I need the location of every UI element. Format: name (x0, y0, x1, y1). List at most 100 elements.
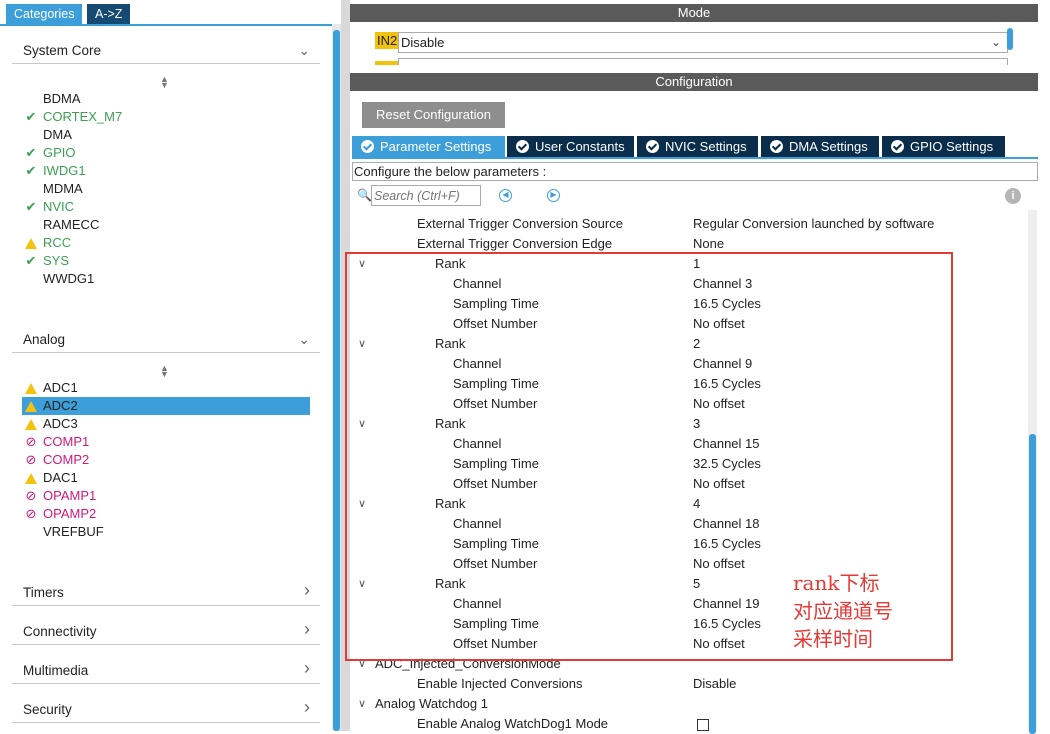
peripheral-item[interactable]: RAMECC (22, 216, 310, 234)
peripheral-item[interactable]: ✔ CORTEX_M7 (22, 108, 310, 126)
parameter-row[interactable]: Sampling Time 16.5 Cycles (352, 534, 1028, 554)
parameter-value[interactable]: No offset (693, 474, 745, 494)
parameter-group-row[interactable]: ∨ Rank 5 (352, 574, 1028, 594)
parameter-group-row[interactable]: ∨ Rank 3 (352, 414, 1028, 434)
chevron-right-icon[interactable]: › (304, 580, 310, 601)
sort-icon[interactable]: ▲ ▼ (160, 364, 169, 379)
splitter[interactable] (341, 0, 350, 731)
chevron-down-icon[interactable]: ⌄ (298, 42, 310, 59)
parameter-row[interactable]: Sampling Time 16.5 Cycles (352, 614, 1028, 634)
parameter-value[interactable]: 16.5 Cycles (693, 374, 761, 394)
parameter-value[interactable]: 16.5 Cycles (693, 614, 761, 634)
tab-gpio-settings[interactable]: GPIO Settings (882, 136, 1005, 157)
mode-select[interactable]: Disable ⌄ (398, 32, 1008, 53)
peripheral-item[interactable]: ✔ IWDG1 (22, 162, 310, 180)
parameter-group-row[interactable]: ∨ Rank 4 (352, 494, 1028, 514)
parameter-value[interactable]: No offset (693, 554, 745, 574)
tab-categories[interactable]: Categories (6, 4, 83, 24)
parameter-value[interactable]: Channel 15 (693, 434, 760, 454)
category-system-core[interactable]: System Core ⌄ (12, 40, 320, 64)
peripheral-item[interactable]: ⊘ COMP2 (22, 451, 310, 469)
chevron-down-icon[interactable]: ∨ (358, 414, 366, 434)
parameter-scrollbar[interactable] (1028, 210, 1037, 734)
parameter-checkbox[interactable] (697, 719, 709, 731)
parameter-value[interactable]: Channel 3 (693, 274, 752, 294)
category-connectivity[interactable]: Connectivity › (12, 619, 320, 645)
chevron-right-icon[interactable]: › (304, 619, 310, 640)
parameter-row[interactable]: Sampling Time 16.5 Cycles (352, 294, 1028, 314)
peripheral-item[interactable]: ✔ SYS (22, 252, 310, 270)
search-next-icon[interactable]: ▶ (547, 189, 560, 202)
parameter-value[interactable]: 16.5 Cycles (693, 534, 761, 554)
parameter-group-row[interactable]: ∨ Rank 1 (352, 254, 1028, 274)
search-input[interactable] (371, 185, 481, 206)
parameter-value[interactable]: 4 (693, 494, 700, 514)
parameter-value[interactable]: 3 (693, 414, 700, 434)
category-security[interactable]: Security › (12, 697, 320, 723)
sort-icon[interactable]: ▲ ▼ (160, 75, 169, 90)
category-multimedia[interactable]: Multimedia › (12, 658, 320, 684)
parameter-row[interactable]: Channel Channel 19 (352, 594, 1028, 614)
peripheral-item[interactable]: RCC (22, 234, 310, 252)
parameter-row[interactable]: Offset Number No offset (352, 314, 1028, 334)
peripheral-item[interactable]: DMA (22, 126, 310, 144)
parameter-value[interactable]: No offset (693, 314, 745, 334)
chevron-down-icon[interactable]: ⌄ (298, 331, 310, 348)
parameter-row[interactable]: Channel Channel 15 (352, 434, 1028, 454)
tab-user-constants[interactable]: User Constants (507, 136, 634, 157)
parameter-row[interactable]: External Trigger Conversion Source Regula… (352, 214, 1028, 234)
search-prev-icon[interactable]: ◀ (499, 189, 512, 202)
peripheral-item[interactable]: DAC1 (22, 469, 310, 487)
parameter-value[interactable]: 32.5 Cycles (693, 454, 761, 474)
parameter-value[interactable]: 2 (693, 334, 700, 354)
parameter-value[interactable]: 5 (693, 574, 700, 594)
parameter-value[interactable]: Channel 19 (693, 594, 760, 614)
parameter-row[interactable]: Enable Analog WatchDog1 Mode (352, 714, 1028, 734)
peripheral-item[interactable]: ✔ GPIO (22, 144, 310, 162)
tab-nvic-settings[interactable]: NVIC Settings (637, 136, 758, 157)
peripheral-item[interactable]: MDMA (22, 180, 310, 198)
peripheral-item[interactable]: VREFBUF (22, 523, 310, 541)
parameter-row[interactable]: Offset Number No offset (352, 474, 1028, 494)
parameter-value[interactable]: No offset (693, 634, 745, 654)
peripheral-item[interactable]: WWDG1 (22, 270, 310, 288)
parameter-group-row[interactable]: ∨ Analog Watchdog 1 (352, 694, 1028, 714)
parameter-row[interactable]: Enable Injected Conversions Disable (352, 674, 1028, 694)
parameter-value[interactable]: No offset (693, 394, 745, 414)
peripheral-item[interactable]: ✔ NVIC (22, 198, 310, 216)
chevron-down-icon[interactable]: ∨ (358, 694, 366, 714)
parameter-row[interactable]: Offset Number No offset (352, 554, 1028, 574)
info-icon[interactable]: i (1005, 188, 1021, 204)
chevron-down-icon[interactable]: ∨ (358, 654, 366, 674)
parameter-row[interactable]: Channel Channel 18 (352, 514, 1028, 534)
peripheral-item[interactable]: ADC1 (22, 379, 310, 397)
peripheral-item[interactable]: ADC3 (22, 415, 310, 433)
parameter-row[interactable]: Offset Number No offset (352, 634, 1028, 654)
peripheral-item[interactable]: ⊘ OPAMP2 (22, 505, 310, 523)
peripheral-item[interactable]: ⊘ COMP1 (22, 433, 310, 451)
tab-parameter-settings[interactable]: Parameter Settings (352, 136, 505, 157)
mode-scrollbar[interactable] (1007, 28, 1013, 50)
peripheral-item[interactable]: ⊘ OPAMP1 (22, 487, 310, 505)
parameter-group-row[interactable]: ∨ ADC_Injected_ConversionMode (352, 654, 1028, 674)
parameter-value[interactable]: 1 (693, 254, 700, 274)
parameter-row[interactable]: Sampling Time 16.5 Cycles (352, 374, 1028, 394)
category-analog[interactable]: Analog ⌄ (12, 329, 320, 353)
parameter-row[interactable]: Sampling Time 32.5 Cycles (352, 454, 1028, 474)
parameter-value[interactable]: Channel 18 (693, 514, 760, 534)
parameter-value[interactable]: None (693, 234, 724, 254)
parameter-row[interactable]: Channel Channel 3 (352, 274, 1028, 294)
scrollbar-thumb[interactable] (1029, 434, 1036, 734)
tab-dma-settings[interactable]: DMA Settings (761, 136, 879, 157)
tab-a-to-z[interactable]: A->Z (87, 4, 131, 24)
peripheral-item[interactable]: BDMA (22, 90, 310, 108)
chevron-down-icon[interactable]: ∨ (358, 334, 366, 354)
parameter-row[interactable]: Offset Number No offset (352, 394, 1028, 414)
mode-select-2[interactable] (398, 58, 1008, 65)
category-timers[interactable]: Timers › (12, 580, 320, 606)
parameter-row[interactable]: Channel Channel 9 (352, 354, 1028, 374)
reset-configuration-button[interactable]: Reset Configuration (362, 102, 505, 128)
parameter-value[interactable]: Regular Conversion launched by software (693, 214, 934, 234)
parameter-row[interactable]: External Trigger Conversion Edge None (352, 234, 1028, 254)
chevron-right-icon[interactable]: › (304, 658, 310, 679)
